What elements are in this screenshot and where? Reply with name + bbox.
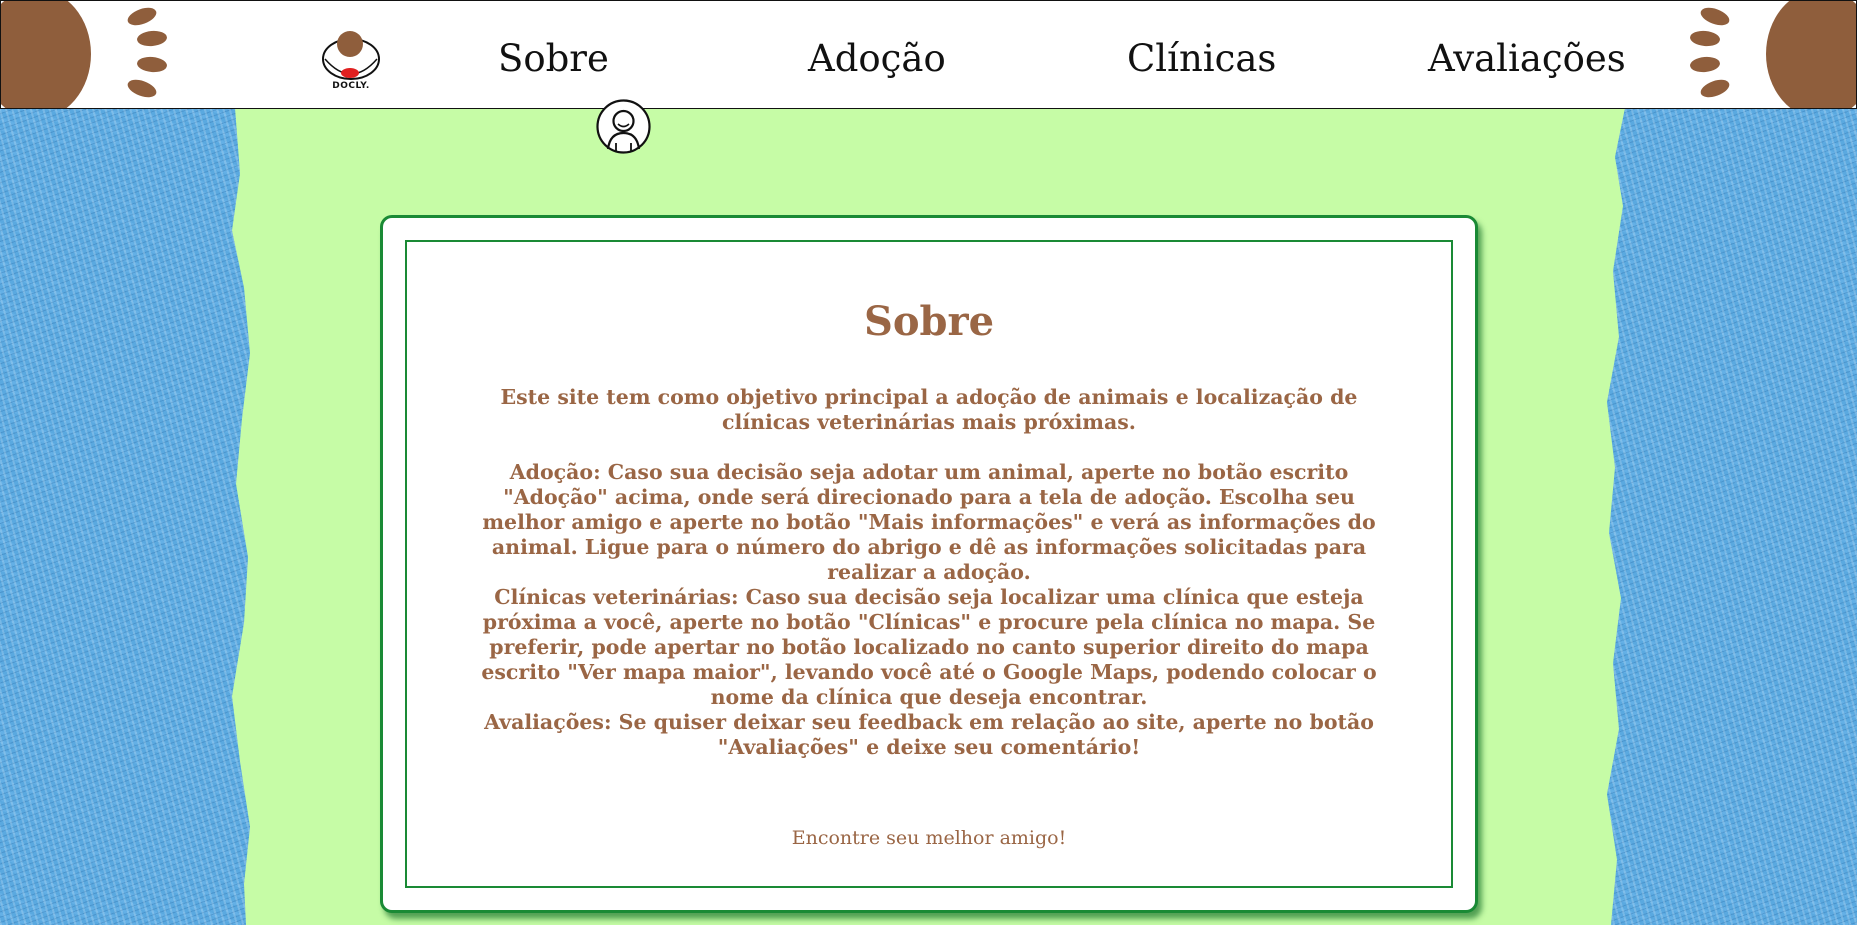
nav-avaliacoes[interactable]: Avaliações: [1428, 35, 1626, 83]
decorative-texture-right: [1607, 108, 1857, 925]
top-navbar: DOCLY. Sobre Adoção Clínicas Avaliações: [0, 0, 1857, 109]
tagline: Encontre seu melhor amigo!: [791, 827, 1067, 849]
about-card-inner: Sobre Este site tem como objetivo princi…: [405, 240, 1453, 888]
nav-sobre[interactable]: Sobre: [498, 35, 609, 83]
docly-logo-icon: [322, 31, 380, 80]
logo-text: DOCLY.: [332, 81, 370, 91]
docly-logo[interactable]: DOCLY.: [319, 29, 383, 95]
nav-adocao[interactable]: Adoção: [808, 35, 946, 83]
about-card: Sobre Este site tem como objetivo princi…: [380, 215, 1478, 913]
page-title: Sobre: [863, 298, 995, 345]
nav-clinicas[interactable]: Clínicas: [1127, 35, 1276, 83]
clinics-paragraph: Clínicas veterinárias: Caso sua decisão …: [481, 585, 1377, 709]
adoption-paragraph: Adoção: Caso sua decisão seja adotar um …: [482, 460, 1376, 584]
intro-paragraph: Este site tem como objetivo principal a …: [500, 385, 1358, 434]
decorative-texture-left: [0, 108, 250, 925]
user-profile-icon: [596, 99, 651, 154]
reviews-paragraph: Avaliações: Se quiser deixar seu feedbac…: [484, 710, 1374, 759]
user-profile-button[interactable]: [596, 99, 651, 154]
